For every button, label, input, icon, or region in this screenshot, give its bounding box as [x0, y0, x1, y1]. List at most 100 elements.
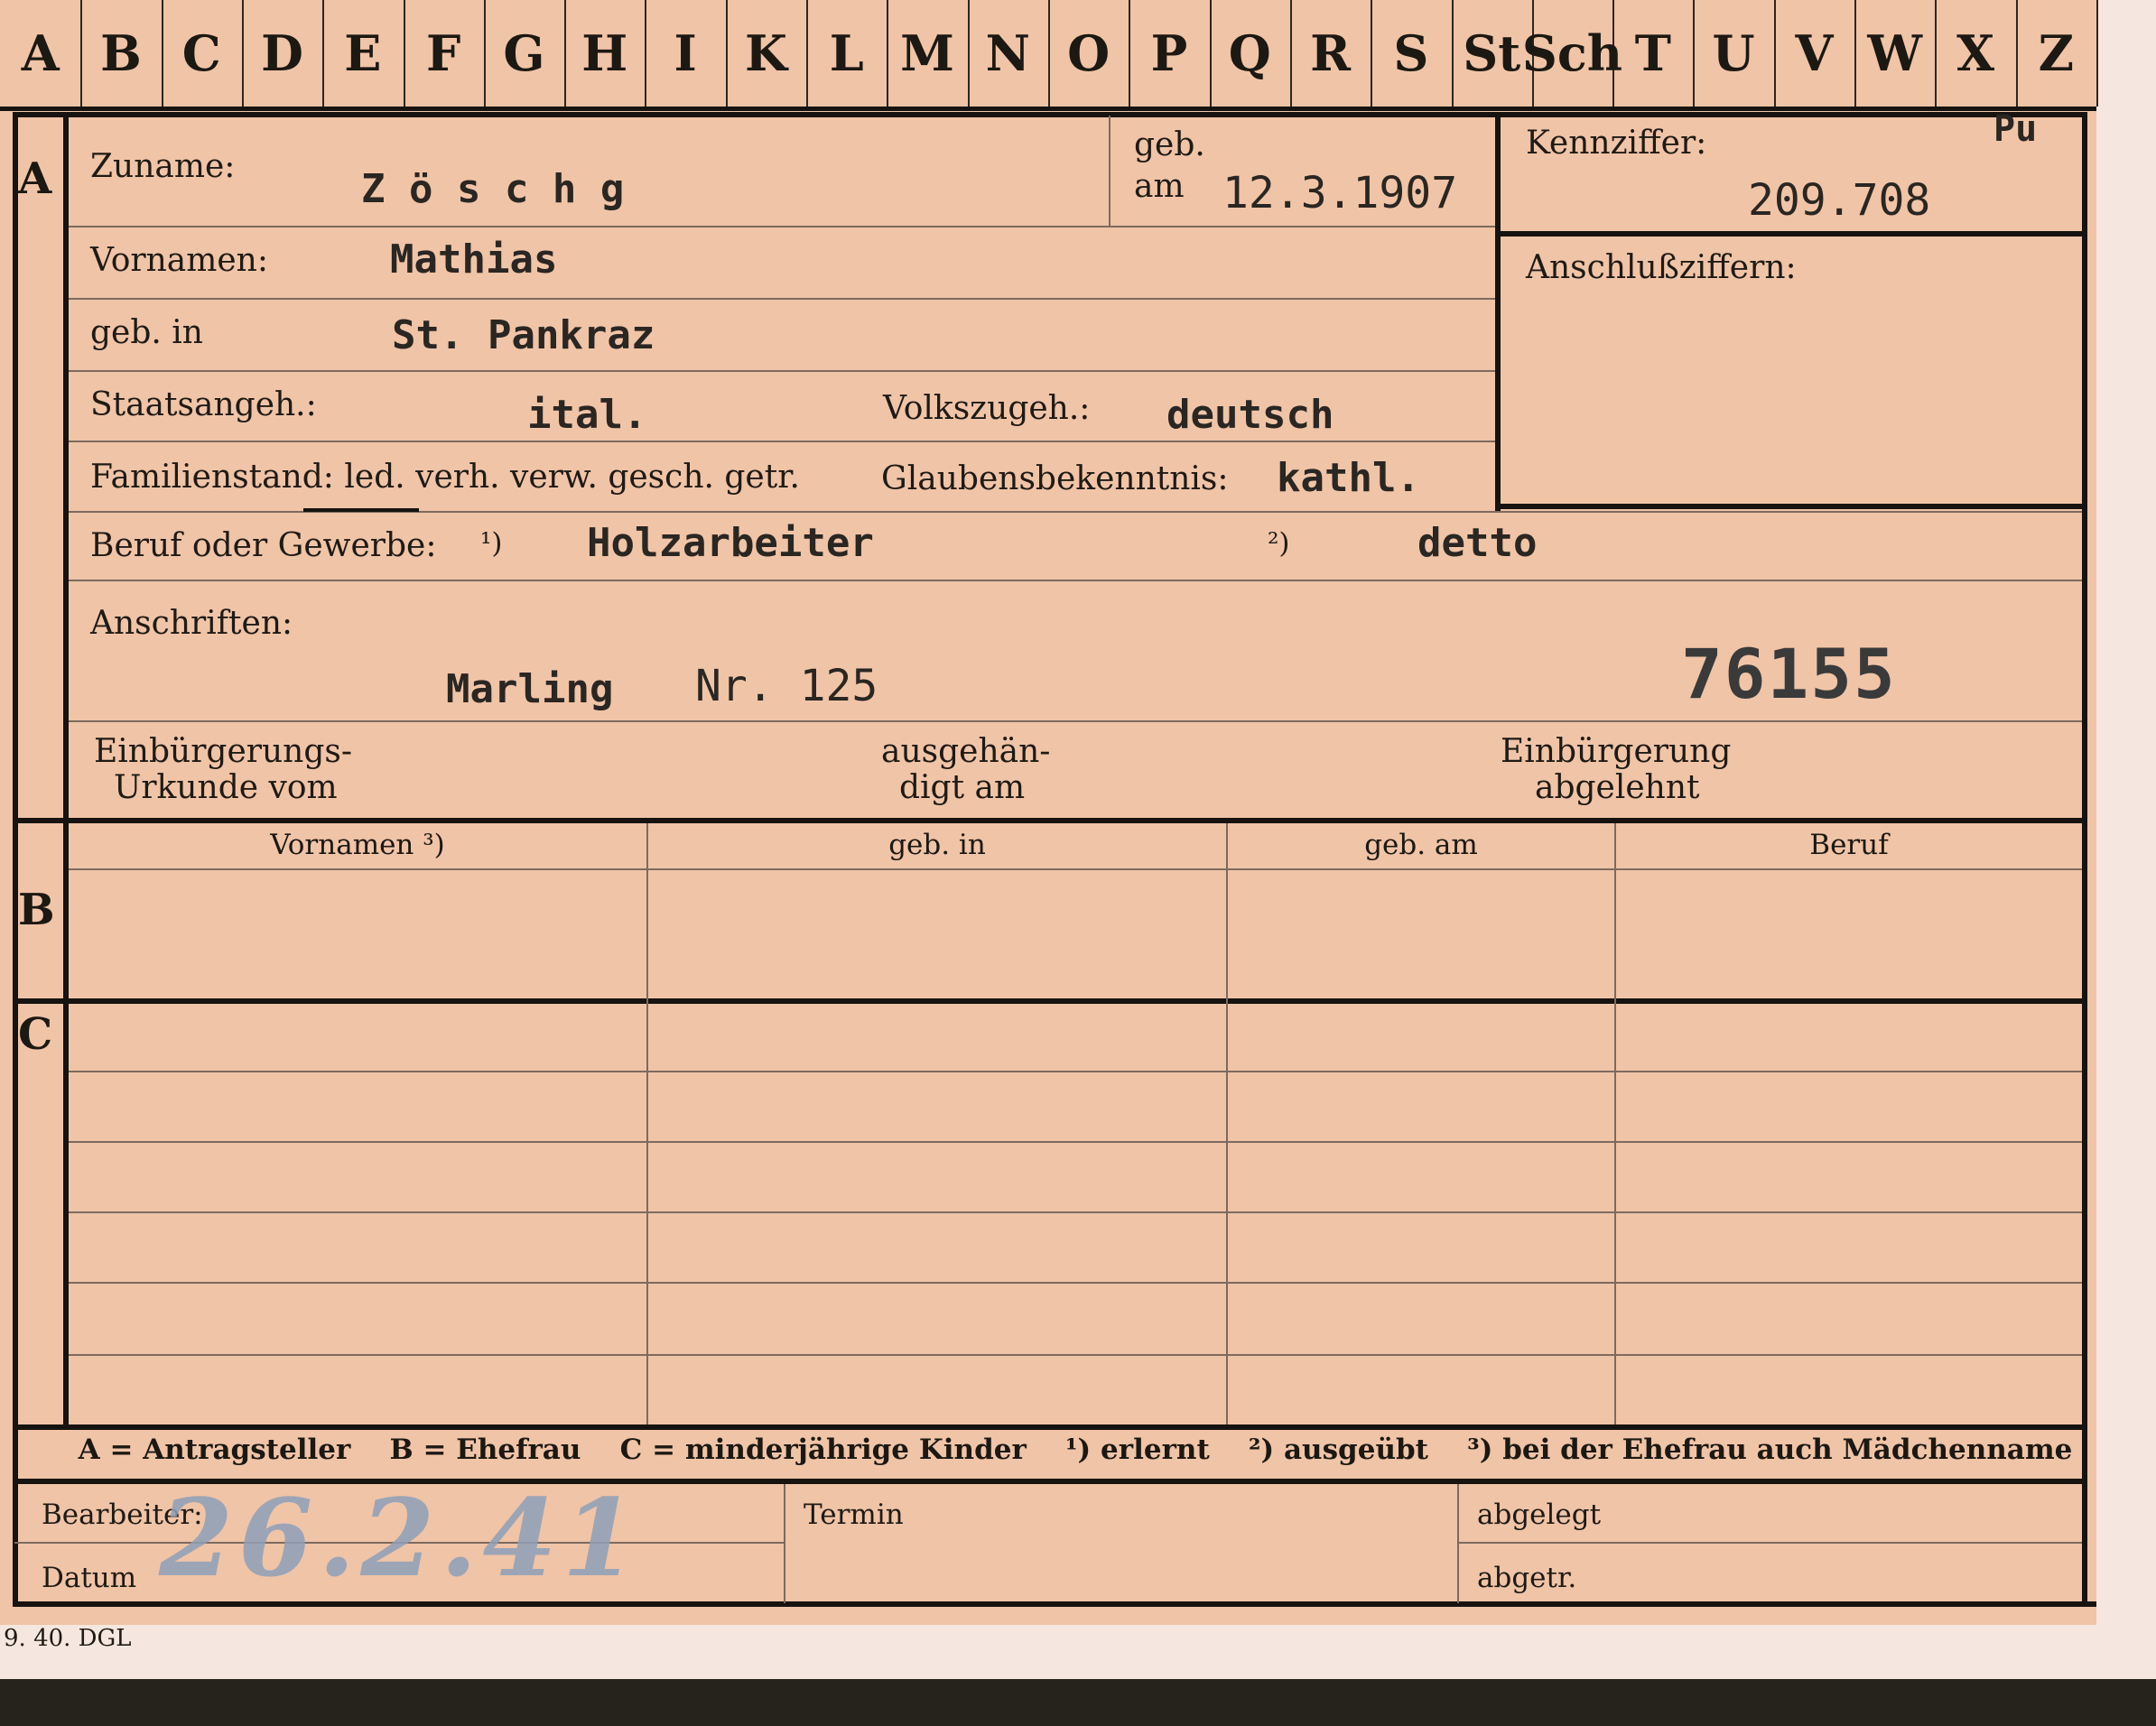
table-header-firstnames: Vornamen ³) [270, 829, 445, 861]
birthplace-value: St. Pankraz [392, 312, 655, 358]
surname-value: Z ö s c h g [361, 166, 625, 212]
tab-h[interactable]: H [564, 0, 647, 107]
card-top-rule [13, 112, 2087, 117]
footer-col-1 [784, 1484, 785, 1603]
tab-z[interactable]: Z [2016, 0, 2098, 107]
card-left-rule [13, 113, 18, 1607]
marital-status-label: Familienstand: led. verh. verw. gesch. g… [90, 459, 800, 496]
tab-d[interactable]: D [242, 0, 325, 107]
tab-i[interactable]: I [645, 0, 728, 107]
rejected-label-2: abgelehnt [1535, 769, 1700, 806]
table-header-birthplace: geb. in [888, 829, 986, 861]
file-box-left-rule [1495, 116, 1501, 513]
legend-text: A = Antragsteller B = Ehefrau C = minder… [78, 1434, 2073, 1466]
tab-w[interactable]: W [1854, 0, 1938, 107]
section-divider-left [63, 113, 69, 1426]
birthplace-label: geb. in [90, 314, 203, 351]
table-header-birthdate: geb. am [1364, 829, 1478, 861]
tab-m[interactable]: M [887, 0, 970, 107]
tab-k[interactable]: K [726, 0, 809, 107]
table-col-3 [1614, 823, 1616, 1424]
tab-o[interactable]: O [1048, 0, 1131, 107]
naturalization-label-1: Einbürgerungs- [94, 733, 353, 770]
section-b-bottom-rule [14, 998, 2082, 1004]
tab-v[interactable]: V [1774, 0, 1857, 107]
stamp-number: 76155 [1681, 634, 1897, 714]
section-letter-a: A [18, 153, 52, 204]
rule-row-3 [69, 370, 1495, 372]
alphabet-tab-strip: A B C D E F G H I K L M N O P Q R S St Sch T U V W X Z [0, 0, 2098, 111]
ethnicity-label: Volkszugeh.: [883, 390, 1091, 427]
child-row-2 [69, 1141, 2082, 1143]
citizenship-value: ital. [527, 392, 647, 438]
address-label: Anschriften: [90, 605, 293, 642]
tab-t[interactable]: T [1612, 0, 1696, 107]
file-number-label: Kennziffer: [1526, 125, 1707, 162]
handed-over-label-2: digt am [899, 769, 1026, 806]
handed-over-label-1: ausgehän- [881, 733, 1051, 770]
file-number-value: 209.708 [1748, 175, 1931, 226]
tab-x[interactable]: X [1935, 0, 2018, 107]
citizenship-label: Staatsangeh.: [90, 386, 317, 423]
card-bottom-rule [14, 1601, 2096, 1607]
occupation-practised-value: detto [1417, 520, 1538, 566]
tab-g[interactable]: G [484, 0, 567, 107]
rule-row-6 [69, 580, 2082, 581]
firstname-value: Mathias [390, 237, 558, 283]
date-label: Datum [42, 1562, 137, 1594]
tab-q[interactable]: Q [1210, 0, 1292, 107]
tab-c[interactable]: C [162, 0, 244, 107]
section-letter-c: C [18, 1009, 53, 1060]
tab-l[interactable]: L [806, 0, 889, 107]
tab-r[interactable]: R [1290, 0, 1373, 107]
child-row-1 [69, 1071, 2082, 1072]
rule-row-7 [69, 720, 2082, 722]
child-row-4 [69, 1282, 2082, 1284]
tab-b[interactable]: B [80, 0, 163, 107]
table-col-2 [1226, 823, 1228, 1424]
handwritten-date: 26.2.41 [159, 1475, 642, 1601]
tab-s[interactable]: S [1371, 0, 1454, 107]
section-c-bottom-rule [14, 1424, 2082, 1430]
table-header-occupation: Beruf [1809, 829, 1889, 861]
address-number: Nr. 125 [695, 661, 878, 711]
occupation-label: Beruf oder Gewerbe: [90, 527, 437, 564]
born-label-geb: geb. [1134, 126, 1205, 163]
child-row-3 [69, 1211, 2082, 1213]
tab-e[interactable]: E [322, 0, 405, 107]
tab-sch[interactable]: Sch [1522, 0, 1622, 107]
born-label-am: am [1134, 168, 1185, 205]
ethnicity-value: deutsch [1166, 392, 1334, 438]
tab-u[interactable]: U [1693, 0, 1776, 107]
footer-mid-rule-right [1457, 1542, 2082, 1544]
rule-born-divider [1109, 116, 1111, 226]
print-code: 9. 40. DGL [4, 1625, 132, 1652]
tab-a[interactable]: A [0, 0, 83, 107]
separated-label: abgetr. [1477, 1562, 1577, 1594]
table-col-1 [646, 823, 648, 1424]
table-header-rule [69, 868, 2082, 870]
naturalization-label-2: Urkunde vom [114, 769, 338, 806]
marital-underline [303, 508, 419, 512]
child-row-5 [69, 1354, 2082, 1356]
occupation-note-2: ²) [1268, 527, 1290, 560]
section-a-bottom-rule [14, 818, 2082, 823]
tab-f[interactable]: F [404, 0, 486, 107]
rule-row-4 [69, 441, 1495, 442]
rejected-label-1: Einbürgerung [1501, 733, 1732, 770]
tab-p[interactable]: P [1129, 0, 1212, 107]
connection-numbers-label: Anschlußziffern: [1526, 249, 1797, 286]
tab-n[interactable]: N [968, 0, 1050, 107]
registration-card: A B C D E F G H I K L M N O P Q R S St Sch T U V W X Z A B C Zuna… [0, 0, 2098, 1625]
religion-label: Glaubensbekenntnis: [881, 460, 1229, 497]
section-letter-b: B [18, 885, 55, 935]
rule-row-1 [69, 226, 1495, 227]
address-value: Marling [446, 666, 614, 712]
firstname-label: Vornamen: [90, 242, 268, 279]
occupation-note-1: ¹) [480, 527, 503, 560]
file-box-mid-rule [1495, 231, 2084, 237]
filed-label: abgelegt [1477, 1499, 1602, 1531]
religion-value: kathl. [1277, 455, 1420, 501]
occupation-learned-value: Holzarbeiter [587, 520, 874, 566]
born-date-value: 12.3.1907 [1222, 168, 1458, 218]
